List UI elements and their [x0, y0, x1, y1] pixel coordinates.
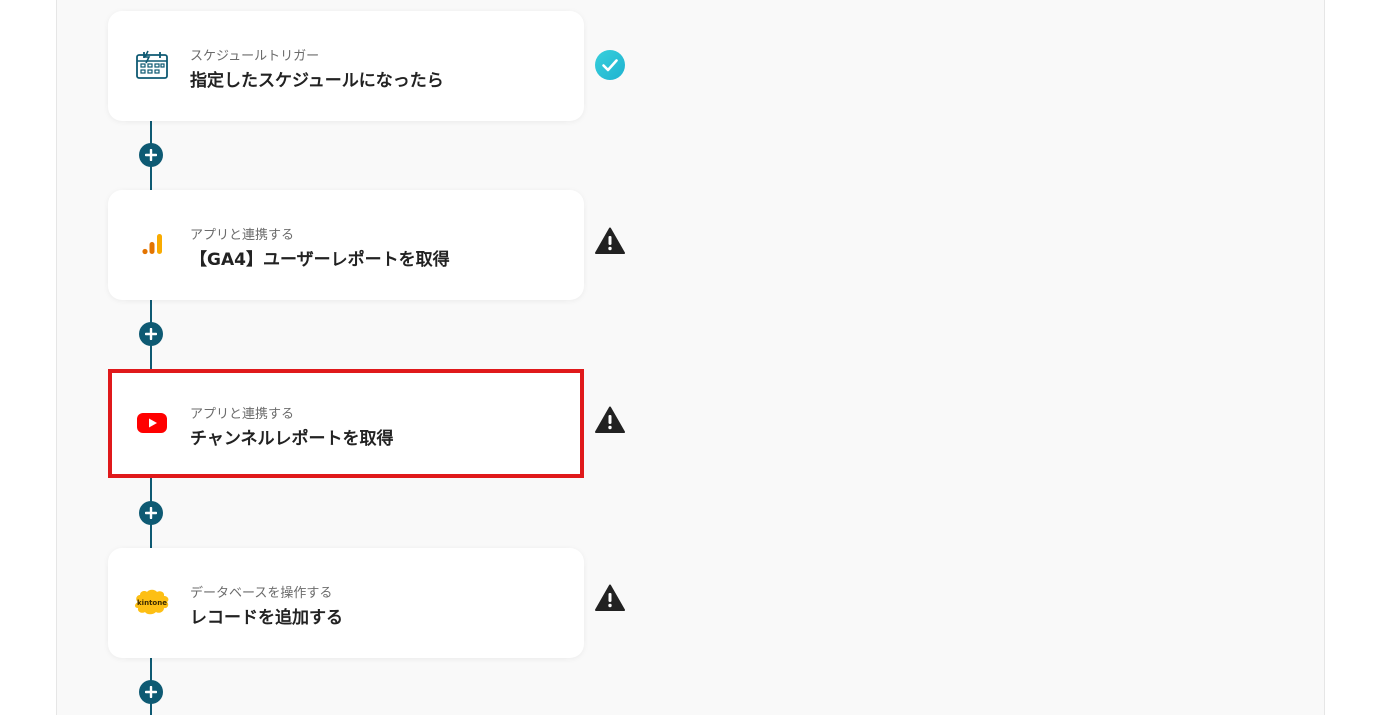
step-subtitle: データベースを操作する [190, 586, 333, 601]
kintone-icon: kintone [132, 586, 172, 618]
google-analytics-icon [134, 228, 170, 260]
status-warning [594, 406, 626, 438]
flow-step-kintone-add-record[interactable]: kintone データベースを操作する レコードを追加する [108, 548, 584, 658]
flow-step-ga4-user-report[interactable]: アプリと連携する 【GA4】ユーザーレポートを取得 [108, 190, 584, 300]
warning-icon [595, 406, 625, 438]
schedule-calendar-icon [134, 49, 170, 81]
step-title: 【GA4】ユーザーレポートを取得 [190, 250, 450, 270]
youtube-icon [134, 407, 170, 439]
add-step-button[interactable] [139, 143, 163, 167]
check-circle-icon [595, 50, 625, 84]
step-subtitle: スケジュールトリガー [190, 49, 320, 64]
step-subtitle: アプリと連携する [190, 228, 295, 243]
step-title: チャンネルレポートを取得 [190, 429, 394, 449]
flow-step-schedule-trigger[interactable]: スケジュールトリガー 指定したスケジュールになったら [108, 11, 584, 121]
add-step-button[interactable] [139, 322, 163, 346]
flow-step-youtube-channel-report[interactable]: アプリと連携する チャンネルレポートを取得 [108, 369, 584, 478]
add-step-button[interactable] [139, 680, 163, 704]
plus-icon [144, 504, 158, 523]
plus-icon [144, 325, 158, 344]
step-title: レコードを追加する [190, 608, 343, 628]
warning-icon [595, 227, 625, 259]
status-warning [594, 227, 626, 259]
svg-text:kintone: kintone [137, 599, 167, 607]
add-step-button[interactable] [139, 501, 163, 525]
step-subtitle: アプリと連携する [190, 407, 295, 422]
plus-icon [144, 683, 158, 702]
plus-icon [144, 146, 158, 165]
step-title: 指定したスケジュールになったら [190, 71, 444, 91]
warning-icon [595, 584, 625, 616]
status-complete [594, 50, 626, 84]
status-warning [594, 584, 626, 616]
